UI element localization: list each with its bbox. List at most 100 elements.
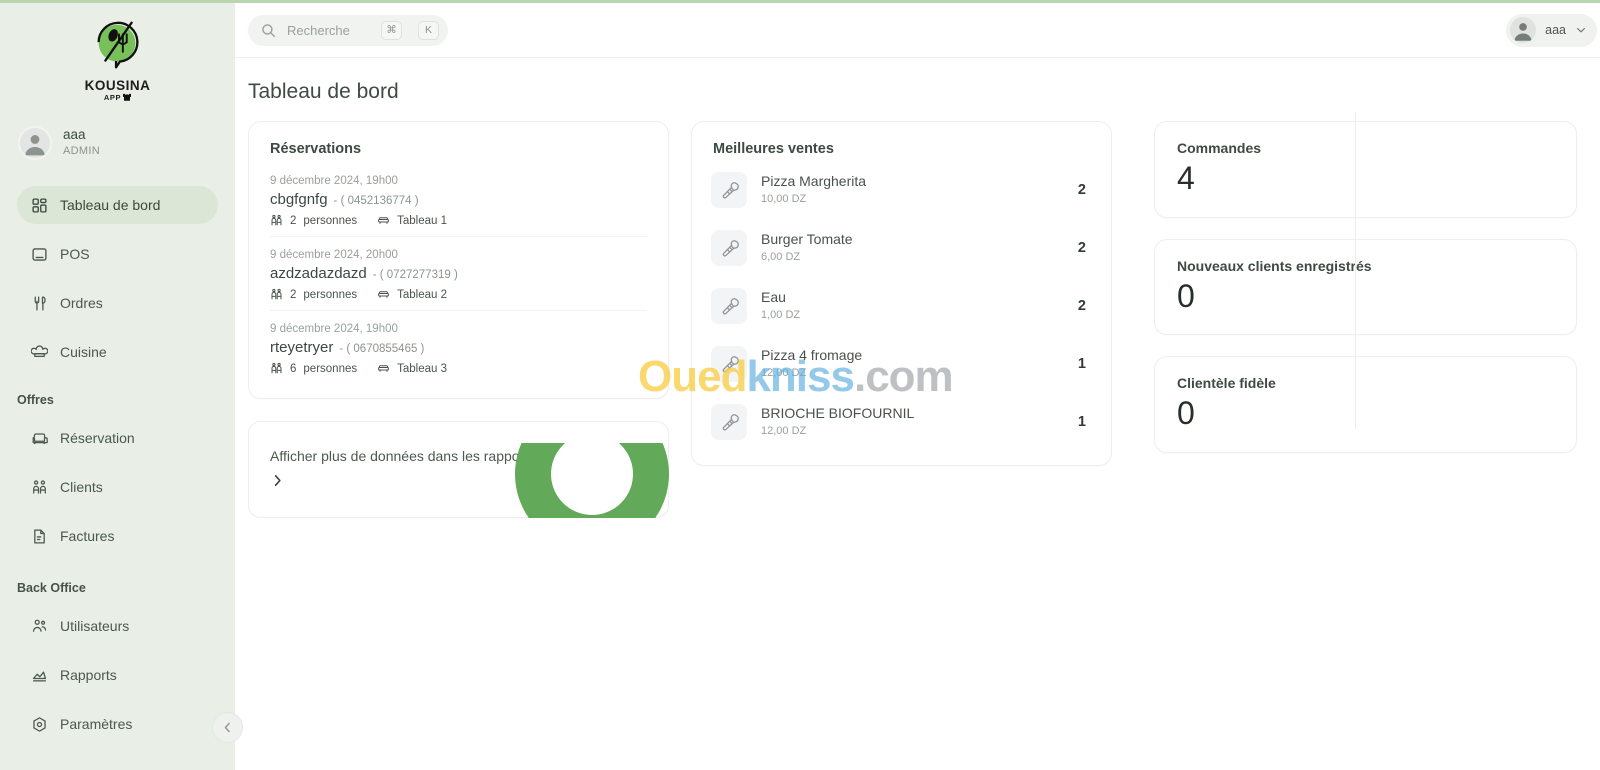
topbar: Recherche ⌘ K aaa — [235, 3, 1600, 58]
people-icon — [271, 288, 282, 300]
sidebar-item-factures[interactable]: Factures — [17, 517, 218, 555]
sidebar-user-name: aaa — [63, 127, 86, 143]
table-icon — [378, 217, 390, 224]
sidebar-item-label: Clients — [60, 479, 103, 495]
best-seller-row[interactable]: Eau 1,00 DZ 2 — [711, 277, 1092, 335]
kousina-chat-fork-logo — [87, 15, 149, 77]
sidebar-item-parametres[interactable]: Paramètres — [17, 705, 218, 743]
best-sellers-title: Meilleures ventes — [713, 141, 834, 157]
sidebar-item-cuisine[interactable]: Cuisine — [17, 333, 218, 371]
reservation-contact: cbgfgnfg - ( 0452136774 ) — [270, 191, 647, 208]
best-seller-price: 1,00 DZ — [761, 309, 801, 322]
reservation-phone: - ( 0452136774 ) — [333, 195, 419, 207]
best-seller-price: 12,00 DZ — [761, 367, 807, 380]
sidebar-user[interactable]: aaa ADMIN — [0, 116, 235, 160]
reservation-name: azdzadazdazd — [270, 265, 367, 282]
best-seller-text: BRIOCHE BIOFOURNIL 12,00 DZ — [761, 404, 1064, 439]
column-left: Réservations 9 décembre 2024, 19h00 cbgf… — [248, 121, 669, 518]
user-avatar-icon — [1510, 17, 1537, 43]
reports-link-label: Afficher plus de données dans les rappor… — [270, 448, 536, 464]
sidebar-user-role: ADMIN — [63, 145, 100, 158]
best-seller-row[interactable]: Pizza 4 fromage 12,00 DZ 1 — [711, 335, 1092, 393]
chevron-left-icon — [224, 722, 230, 733]
armchair-icon — [32, 432, 48, 444]
sidebar-nav: Tableau de bord POS Ordres Cuisine Offre… — [0, 186, 235, 743]
sidebar-item-ordres[interactable]: Ordres — [17, 284, 218, 322]
main-content: Recherche ⌘ K aaa Tableau de bord Réserv… — [235, 0, 1600, 770]
sidebar-item-pos[interactable]: POS — [17, 235, 218, 273]
people-icon — [271, 362, 282, 374]
sidebar-item-reservation[interactable]: Réservation — [17, 419, 218, 457]
invoice-file-icon — [34, 528, 45, 544]
best-seller-name: BRIOCHE BIOFOURNIL — [761, 405, 915, 422]
sidebar-item-label: Réservation — [60, 430, 135, 446]
sidebar-item-clients[interactable]: Clients — [17, 468, 218, 506]
best-seller-name: Pizza Margherita — [761, 173, 867, 190]
carrot-icon — [711, 288, 747, 324]
table-icon — [378, 291, 390, 298]
reservation-row[interactable]: 9 décembre 2024, 19h00 rteyetryer - ( 06… — [270, 310, 647, 384]
reports-link-card[interactable]: Afficher plus de données dans les rappor… — [248, 421, 669, 518]
best-seller-row[interactable]: Pizza Margherita 10,00 DZ 2 — [711, 161, 1092, 219]
chef-hat-icon — [31, 344, 48, 357]
stat-label: Commandes — [1177, 140, 1262, 156]
best-seller-name: Pizza 4 fromage — [761, 347, 863, 364]
carrot-icon — [711, 346, 747, 382]
best-seller-price: 6,00 DZ — [761, 251, 801, 264]
best-seller-price: 12,00 DZ — [761, 425, 807, 438]
settings-hexagon-icon — [33, 716, 46, 732]
sidebar-user-text: aaa ADMIN — [63, 127, 100, 158]
users-group-icon — [32, 619, 47, 632]
user-avatar-icon — [18, 126, 52, 160]
best-sellers-list: Pizza Margherita 10,00 DZ 2 Burger Tomat… — [692, 157, 1111, 465]
sidebar-item-label: Paramètres — [60, 716, 133, 732]
best-seller-qty: 1 — [1077, 414, 1086, 430]
best-seller-qty: 1 — [1077, 356, 1086, 372]
reservations-list: 9 décembre 2024, 19h00 cbgfgnfg - ( 0452… — [249, 157, 668, 398]
fork-knife-icon — [34, 295, 46, 311]
dashboard-grid: Réservations 9 décembre 2024, 19h00 cbgf… — [235, 104, 1600, 518]
best-seller-name: Eau — [761, 289, 786, 306]
app-root: KOUSINA APP aaa ADMIN Tableau de bord PO… — [0, 0, 1600, 770]
best-seller-row[interactable]: BRIOCHE BIOFOURNIL 12,00 DZ 1 — [711, 393, 1092, 451]
reservation-name: cbgfgnfg — [270, 191, 328, 208]
search-input[interactable]: Recherche ⌘ K — [248, 14, 448, 46]
user-menu-button[interactable]: aaa — [1506, 13, 1597, 47]
sidebar-item-label: Rapports — [60, 667, 117, 683]
reservation-row[interactable]: 9 décembre 2024, 19h00 cbgfgnfg - ( 0452… — [270, 163, 647, 236]
sidebar-group-offres: Offres — [17, 393, 54, 407]
sidebar-item-label: Cuisine — [60, 344, 107, 360]
reservation-row[interactable]: 9 décembre 2024, 20h00 azdzadazdazd - ( … — [270, 236, 647, 310]
reservation-contact: rteyetryer - ( 0670855465 ) — [270, 339, 647, 356]
reports-link-chevron — [270, 473, 647, 493]
sidebar-item-tableau-de-bord[interactable]: Tableau de bord — [17, 186, 218, 224]
reservation-meta: 2 personnes Tableau 1 — [270, 214, 647, 227]
sidebar-item-rapports[interactable]: Rapports — [17, 656, 218, 694]
chevron-right-icon — [274, 475, 281, 486]
reservation-table: Tableau 3 — [397, 362, 447, 375]
best-seller-row[interactable]: Burger Tomate 6,00 DZ 2 — [711, 219, 1092, 277]
sidebar-item-utilisateurs[interactable]: Utilisateurs — [17, 607, 218, 645]
top-accent-rule — [0, 0, 1600, 3]
stat-card-clientele-fidele: Clientèle fidèle 0 — [1154, 356, 1577, 453]
people-icon — [271, 214, 282, 226]
sidebar-collapse-button[interactable] — [212, 712, 243, 743]
page-title: Tableau de bord — [248, 80, 399, 103]
two-people-icon — [33, 479, 46, 494]
carrot-icon — [711, 230, 747, 266]
best-seller-qty: 2 — [1077, 182, 1086, 198]
reservation-people-label: personnes — [303, 214, 358, 227]
best-seller-qty: 2 — [1077, 240, 1086, 256]
carrot-icon — [711, 404, 747, 440]
chevron-down-icon — [1577, 27, 1585, 33]
column-divider — [1355, 112, 1356, 429]
sidebar-item-label: Tableau de bord — [60, 197, 161, 213]
column-middle: Meilleures ventes Pizza Margherita 10,00… — [691, 121, 1112, 466]
column-right: Commandes 4 Nouveaux clients enregistrés… — [1154, 121, 1577, 453]
reservation-people-label: personnes — [303, 362, 358, 375]
carrot-icon — [711, 172, 747, 208]
sidebar-item-label: Utilisateurs — [60, 618, 130, 634]
pos-screen-icon — [32, 247, 47, 261]
search-placeholder: Recherche — [287, 22, 350, 38]
brand-logo[interactable]: KOUSINA APP — [0, 3, 235, 108]
